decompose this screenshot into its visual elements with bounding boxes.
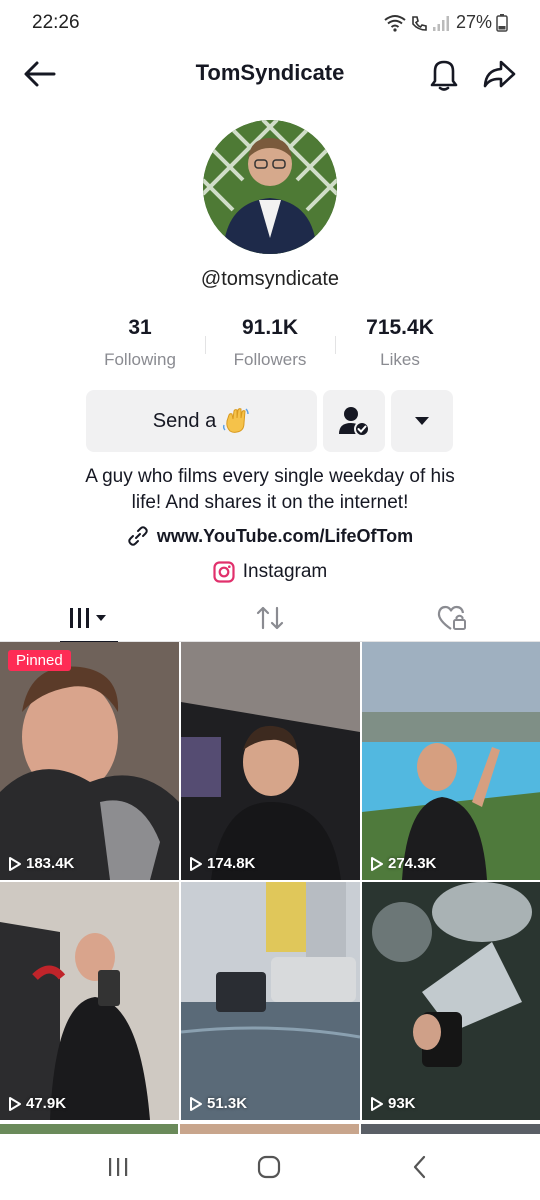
send-label: Send a: [152, 409, 217, 432]
video-thumbnail: [181, 642, 360, 880]
video-tile[interactable]: Pinned 183.4K: [0, 642, 179, 880]
share-button[interactable]: [481, 56, 517, 92]
tab-videos[interactable]: [60, 594, 120, 643]
play-icon: [9, 856, 21, 871]
next-row-peek: [0, 1124, 540, 1134]
status-icons: 27%: [384, 12, 508, 33]
link-icon: [128, 526, 148, 546]
send-wave-button[interactable]: Send a: [86, 390, 317, 452]
share-arrow-icon: [483, 60, 516, 88]
battery-icon: [496, 13, 508, 32]
video-tile[interactable]: 93K: [362, 882, 540, 1120]
heart-lock-icon: [437, 605, 466, 630]
view-count-text: 47.9K: [26, 1095, 67, 1112]
view-count: 93K: [370, 1095, 416, 1112]
play-icon: [9, 1096, 21, 1111]
play-icon: [371, 856, 383, 871]
view-count-text: 183.4K: [26, 855, 75, 872]
video-thumbnail: [362, 882, 540, 1120]
recents-icon: [109, 1158, 128, 1176]
view-count-text: 274.3K: [388, 855, 437, 872]
add-friend-button[interactable]: [323, 390, 385, 452]
video-tile-partial: [180, 1124, 359, 1134]
video-tile-partial: [360, 1124, 540, 1134]
video-tile[interactable]: 274.3K: [362, 642, 540, 880]
view-count: 274.3K: [370, 855, 436, 872]
status-bar: 22:26 27%: [0, 0, 540, 44]
stat-value: 91.1K: [241, 316, 299, 339]
video-thumbnail: [181, 882, 360, 1120]
video-tile-partial: [0, 1124, 179, 1134]
bio-line: A guy who films every single weekday of …: [85, 466, 455, 487]
profile-link[interactable]: www.YouTube.com/LifeOfTom: [0, 525, 540, 547]
profile-tabs: [0, 594, 540, 643]
tab-liked[interactable]: [422, 594, 482, 642]
view-count-text: 93K: [388, 1095, 416, 1112]
status-time: 22:26: [32, 12, 80, 33]
pinned-badge: Pinned: [8, 650, 71, 671]
view-count: 47.9K: [8, 1095, 66, 1112]
username: @tomsyndicate: [200, 268, 340, 290]
home-button[interactable]: [249, 1152, 289, 1182]
stat-label: Following: [104, 350, 176, 369]
battery-level: 27%: [455, 12, 492, 32]
profile-bio: A guy who films every single weekday of …: [40, 464, 500, 516]
stat-label: Likes: [380, 350, 420, 369]
profile-header: TomSyndicate: [0, 48, 540, 98]
view-count-text: 51.3K: [207, 1095, 248, 1112]
avatar[interactable]: [203, 120, 337, 254]
chevron-left-icon: [413, 1155, 426, 1179]
instagram-link[interactable]: Instagram: [0, 561, 540, 583]
bell-icon: [430, 60, 458, 91]
bio-line: life! And shares it on the internet!: [131, 492, 409, 513]
more-options-button[interactable]: [391, 390, 453, 452]
signal-icon: [432, 15, 449, 31]
view-count-text: 174.8K: [207, 855, 256, 872]
stat-value: 715.4K: [366, 316, 434, 339]
view-count: 51.3K: [189, 1095, 247, 1112]
avatar-image: [203, 120, 337, 254]
play-icon: [371, 1096, 383, 1111]
system-back-button[interactable]: [400, 1152, 440, 1182]
view-count: 174.8K: [189, 855, 255, 872]
person-check-icon: [339, 407, 370, 437]
call-icon: [412, 15, 427, 31]
notifications-button[interactable]: [427, 56, 461, 92]
stat-likes[interactable]: 715.4K Likes: [335, 316, 465, 376]
instagram-icon: [213, 561, 235, 583]
video-thumbnail: [362, 642, 540, 880]
video-thumbnail: [0, 882, 179, 1120]
home-icon: [257, 1155, 281, 1179]
video-grid: Pinned 183.4K 174.8K 274.3K 47.9K 51.3K …: [0, 642, 540, 1120]
play-icon: [190, 856, 202, 871]
stat-label: Followers: [233, 350, 307, 369]
tab-reposts[interactable]: [240, 594, 300, 642]
system-nav-bar: [0, 1134, 540, 1200]
instagram-label: Instagram: [242, 561, 328, 582]
video-tile[interactable]: 47.9K: [0, 882, 179, 1120]
caret-down-icon: [415, 417, 429, 425]
recent-apps-button[interactable]: [98, 1152, 138, 1182]
video-thumbnail: [0, 642, 179, 880]
view-count: 183.4K: [8, 855, 74, 872]
wifi-icon: [384, 14, 406, 32]
profile-stats: 31 Following 91.1K Followers 715.4K Like…: [75, 316, 465, 376]
video-tile[interactable]: 174.8K: [181, 642, 360, 880]
stat-value: 31: [128, 316, 152, 339]
repost-icon: [256, 606, 284, 630]
link-text: www.YouTube.com/LifeOfTom: [156, 525, 414, 546]
stat-following[interactable]: 31 Following: [75, 316, 205, 376]
play-icon: [190, 1096, 202, 1111]
video-tile[interactable]: 51.3K: [181, 882, 360, 1120]
stat-followers[interactable]: 91.1K Followers: [205, 316, 335, 376]
waving-hand-icon: [223, 408, 249, 433]
grid-bars-icon: [70, 608, 106, 628]
